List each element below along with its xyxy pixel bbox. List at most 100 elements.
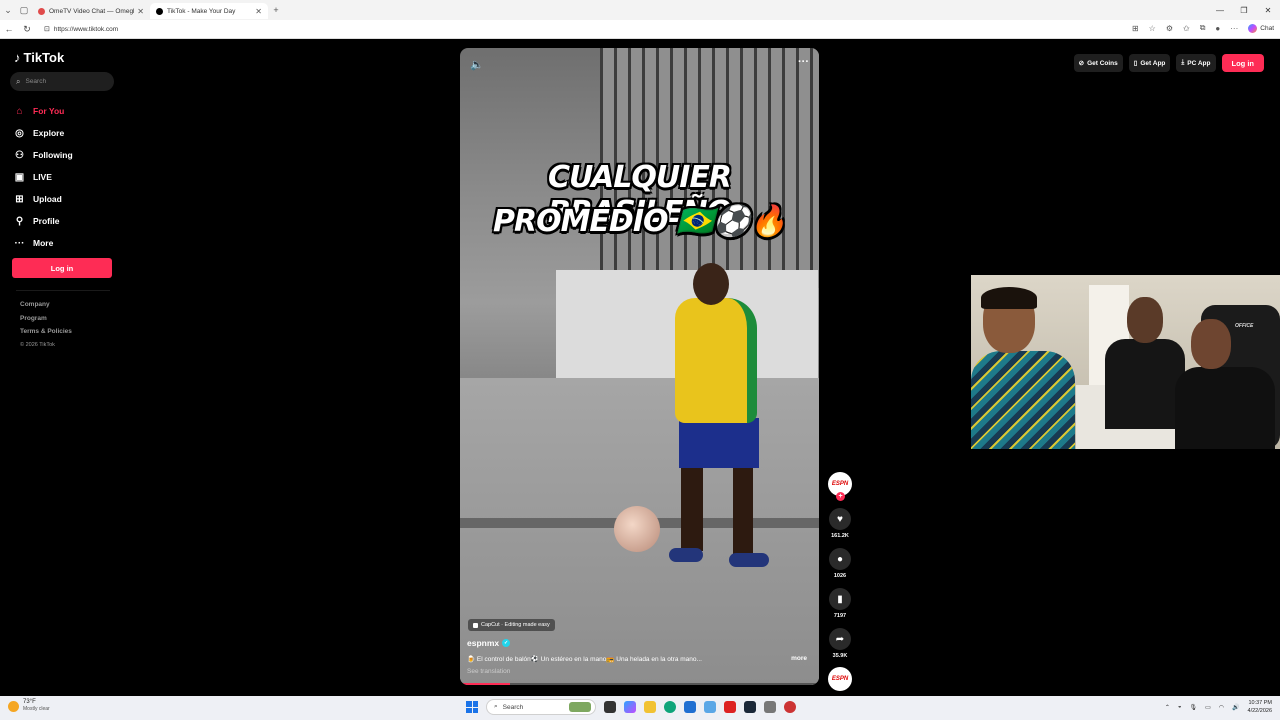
tab-actions-icon[interactable]: ⌄ [0,5,16,16]
back-icon[interactable]: ← [0,24,18,34]
close-tab-icon[interactable]: ✕ [255,7,262,16]
taskbar-search[interactable]: ⌕ Search [486,699,596,715]
settings-icon[interactable] [764,701,776,713]
footer-program-link[interactable]: Program [20,312,72,326]
sidebar-item-profile[interactable]: ⚲ Profile [14,210,124,232]
description-text: 🍺 El control de balón⚽ Un estéreo en la … [467,656,702,663]
windows-start-icon[interactable] [466,701,478,713]
compass-icon: ◎ [15,127,24,139]
see-translation-link[interactable]: See translation [467,668,510,675]
collections-icon[interactable]: ⧉ [1200,23,1206,33]
volume-icon[interactable]: 🔊 [1232,704,1239,711]
video-player[interactable]: CUALQUIER BRASILEÑO PROMEDIO 🇧🇷⚽🔥 🔈 ··· … [460,48,819,685]
minimize-icon[interactable]: — [1208,6,1232,15]
music-disc[interactable]: ESPN [828,667,852,691]
sidebar-item-label: Following [33,150,73,160]
site-info-icon[interactable]: ⊡ [44,25,50,33]
url-field[interactable]: ⊡ https://www.tiktok.com [44,25,118,34]
onedrive-icon[interactable] [704,701,716,713]
close-window-icon[interactable]: ✕ [1256,6,1280,15]
capcut-icon [473,622,478,628]
sidebar-item-following[interactable]: ⚇ Following [14,144,124,166]
share-button[interactable]: ➦ [829,628,851,650]
comment-button[interactable]: ● [829,548,851,570]
recorder-app-icon[interactable] [724,701,736,713]
task-view-icon[interactable] [604,701,616,713]
get-app-button[interactable]: ▯ Get App [1128,54,1171,72]
clock-date: 4/22/2026 [1247,708,1272,714]
sidebar-login-button[interactable]: Log in [12,258,112,278]
live-icon: ▣ [14,171,25,183]
wifi-icon[interactable]: ◠ [1219,704,1224,711]
browser-tab-bar: ⌄ ▢ OmeTV Video Chat — Omegl ✕ TikTok - … [0,0,1280,20]
app-red-icon[interactable] [784,701,796,713]
network-icon[interactable]: ◒ [1178,704,1182,710]
get-coins-button[interactable]: ⊘ Get Coins [1073,54,1123,72]
tiktok-logo[interactable]: ♪ TikTok [14,50,64,65]
taskbar: 73°F Mostly clear ⌕ Search ⌃ ◒ 🎙 ▭ ◠ 🔊 1… [0,696,1280,720]
favorites-icon[interactable]: ✩ [1183,24,1190,33]
new-tab-icon[interactable]: + [268,5,284,15]
video-progress-bar[interactable] [460,683,819,685]
weather-sun-icon [8,700,19,712]
battery-icon[interactable]: ▭ [1205,704,1211,711]
search-placeholder: Search [25,78,47,85]
close-tab-icon[interactable]: ✕ [137,7,144,16]
more-link[interactable]: more [791,655,807,663]
header-login-button[interactable]: Log in [1221,54,1264,72]
settings-more-icon[interactable]: ··· [1230,24,1238,33]
edge-browser-icon[interactable] [664,701,676,713]
steam-icon[interactable] [744,701,756,713]
share-count: 35.9K [832,653,848,659]
download-icon: ⤓ [1181,59,1185,66]
clock[interactable]: 10:37 PM 4/22/2026 [1248,699,1272,715]
weather-widget[interactable]: 73°F Mostly clear [8,699,50,713]
video-caption-line2: PROMEDIO 🇧🇷⚽🔥 [492,204,787,239]
sidebar-nav: ⌂ For You ◎ Explore ⚇ Following ▣ LIVE ⊞… [14,100,124,254]
volume-icon[interactable]: 🔈 [470,58,484,71]
video-progress-fill [460,683,511,685]
refresh-icon[interactable]: ↻ [18,24,36,35]
footer-company-link[interactable]: Company [20,298,72,312]
video-author[interactable]: espnmx ✓ [467,638,511,648]
like-count: 161.2K [831,533,849,539]
video-options-icon[interactable]: ··· [798,56,809,68]
workspaces-icon[interactable]: ▢ [16,5,32,16]
home-icon: ⌂ [16,105,23,117]
capcut-label: CapCut · Editing made easy [481,622,550,628]
creator-avatar[interactable]: ESPN + [828,472,852,501]
store-icon[interactable] [684,701,696,713]
sidebar-item-for-you[interactable]: ⌂ For You [14,100,124,122]
footer-terms-link[interactable]: Terms & Policies [20,325,72,339]
sidebar-item-upload[interactable]: ⊞ Upload [14,188,124,210]
video-actions: ESPN + ♥ 161.2K ● 1026 ▮ 7197 ➦ 35.9K ES… [825,472,855,691]
tab-tiktok[interactable]: TikTok - Make Your Day ✕ [150,3,268,19]
tray-chevron-icon[interactable]: ⌃ [1165,704,1170,711]
extensions-icon[interactable]: ⚙ [1166,24,1173,33]
video-scene-ball [614,506,660,552]
file-explorer-icon[interactable] [644,701,656,713]
sidebar-item-label: Profile [33,216,60,226]
pc-app-button[interactable]: ⤓ PC App [1176,54,1216,72]
logo-text: TikTok [23,50,65,65]
favorite-star-icon[interactable]: ☆ [1149,24,1156,33]
follow-plus-icon[interactable]: + [836,492,845,501]
tab-label: TikTok - Make Your Day [167,7,236,15]
maximize-icon[interactable]: ❐ [1232,6,1256,15]
split-screen-icon[interactable]: ⊞ [1132,24,1139,33]
save-button[interactable]: ▮ [829,588,851,610]
webcam-overlay: OFFICE [971,275,1280,449]
sidebar-item-more[interactable]: ··· More [14,232,124,254]
sidebar-item-explore[interactable]: ◎ Explore [14,122,124,144]
search-input[interactable]: ⌕ Search [10,72,114,91]
profile-avatar-icon[interactable]: ● [1215,24,1220,33]
following-icon: ⚇ [15,149,24,161]
sidebar-item-live[interactable]: ▣ LIVE [14,166,124,188]
like-button[interactable]: ♥ [829,508,851,530]
sidebar-item-label: Upload [33,194,62,204]
copilot-chat-button[interactable]: Chat [1248,23,1274,33]
capcut-badge[interactable]: CapCut · Editing made easy [468,619,555,631]
mic-icon[interactable]: 🎙 [1190,704,1198,711]
tab-ometv[interactable]: OmeTV Video Chat — Omegl ✕ [32,3,150,19]
copilot-app-icon[interactable] [624,701,636,713]
